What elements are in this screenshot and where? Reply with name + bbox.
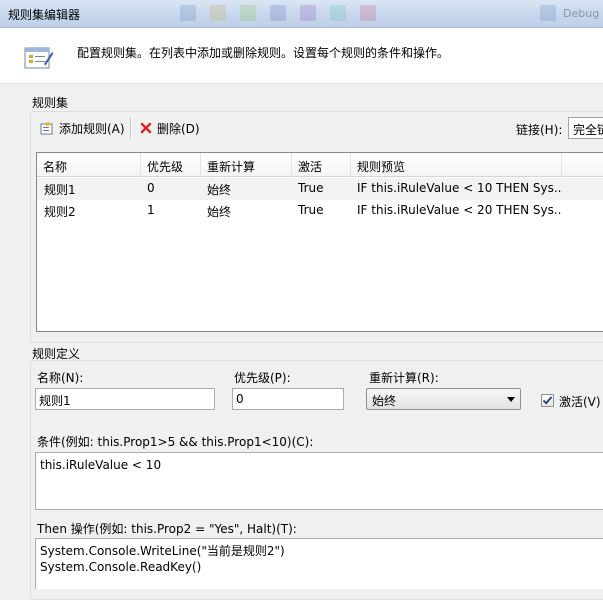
background-toolbar-icon bbox=[300, 5, 316, 21]
name-input[interactable]: 规则1 bbox=[35, 388, 215, 410]
background-toolbar-icon bbox=[330, 5, 346, 21]
header-description: 配置规则集。在列表中添加或删除规则。设置每个规则的条件和操作。 bbox=[77, 46, 450, 60]
name-label: 名称(N): bbox=[37, 371, 84, 385]
column-header-name[interactable]: 名称 bbox=[37, 153, 141, 177]
table-row[interactable]: 规则2 1 始终 True IF this.iRuleValue < 20 TH… bbox=[37, 200, 603, 222]
column-header-preview[interactable]: 规则预览 bbox=[351, 153, 562, 177]
chaining-selected-value: 完全链 bbox=[573, 123, 603, 137]
add-rule-icon bbox=[40, 121, 53, 135]
add-rule-label: 添加规则(A) bbox=[59, 121, 125, 136]
column-header-reevaluation[interactable]: 重新计算 bbox=[201, 153, 292, 177]
background-toolbar-icon bbox=[360, 5, 376, 21]
active-checkbox[interactable] bbox=[541, 394, 554, 407]
priority-input[interactable]: 0 bbox=[232, 388, 344, 410]
delete-rule-label: 删除(D) bbox=[157, 121, 200, 136]
then-actions-text: System.Console.WriteLine("当前是规则2") Syste… bbox=[40, 544, 285, 574]
window-title: 规则集编辑器 bbox=[8, 8, 81, 22]
chaining-select[interactable]: 完全链 bbox=[568, 117, 603, 139]
dialog-header: 配置规则集。在列表中添加或删除规则。设置每个规则的条件和操作。 bbox=[0, 28, 603, 84]
rule-preview: IF this.iRuleValue < 20 THEN Sys... bbox=[357, 203, 562, 217]
background-toolbar-icon bbox=[180, 5, 196, 21]
column-header-priority[interactable]: 优先级 bbox=[141, 153, 201, 177]
rules-list-header: 名称 优先级 重新计算 激活 规则预览 bbox=[37, 153, 603, 177]
rule-reevaluation: 始终 bbox=[207, 183, 232, 197]
reevaluation-select[interactable]: 始终 bbox=[366, 388, 521, 410]
chaining-label: 链接(H): bbox=[516, 123, 563, 137]
background-config-text: Debug bbox=[563, 7, 600, 20]
rule-reevaluation: 始终 bbox=[207, 205, 232, 219]
reevaluation-selected-value: 始终 bbox=[372, 394, 397, 408]
column-header-active[interactable]: 激活 bbox=[292, 153, 351, 177]
toolbar-separator bbox=[130, 118, 131, 138]
name-input-value: 规则1 bbox=[39, 394, 71, 408]
chevron-down-icon bbox=[507, 397, 515, 402]
then-actions-textarea[interactable]: System.Console.WriteLine("当前是规则2") Syste… bbox=[35, 538, 603, 589]
delete-x-icon bbox=[140, 122, 152, 134]
background-toolbar-icon bbox=[270, 5, 286, 21]
add-rule-button[interactable]: 添加规则(A) bbox=[37, 118, 127, 138]
ruleset-editor-icon bbox=[24, 47, 54, 69]
checkmark-icon bbox=[542, 396, 553, 405]
rule-active: True bbox=[298, 203, 324, 217]
rule-name: 规则2 bbox=[44, 205, 76, 219]
rules-list[interactable]: 名称 优先级 重新计算 激活 规则预览 规则1 0 始终 True IF thi… bbox=[36, 152, 603, 332]
rule-active: True bbox=[298, 181, 324, 195]
active-label: 激活(V) bbox=[559, 395, 601, 409]
background-toolbar-icon bbox=[210, 5, 226, 21]
then-actions-label: Then 操作(例如: this.Prop2 = "Yes", Halt)(T)… bbox=[37, 522, 297, 536]
delete-rule-button[interactable]: 删除(D) bbox=[137, 118, 202, 138]
background-toolbar-icon bbox=[540, 5, 556, 21]
background-toolbar-icon bbox=[240, 5, 256, 21]
title-bar[interactable]: 规则集编辑器 Debug bbox=[0, 0, 603, 28]
condition-label: 条件(例如: this.Prop1>5 && this.Prop1<10)(C)… bbox=[37, 435, 314, 449]
rule-preview: IF this.iRuleValue < 10 THEN Sys... bbox=[357, 181, 562, 195]
rule-priority: 0 bbox=[147, 181, 155, 195]
table-row[interactable]: 规则1 0 始终 True IF this.iRuleValue < 10 TH… bbox=[37, 178, 603, 200]
condition-text: this.iRuleValue < 10 bbox=[40, 458, 162, 472]
ruleset-group-label: 规则集 bbox=[32, 96, 69, 110]
rule-name: 规则1 bbox=[44, 183, 76, 197]
priority-label: 优先级(P): bbox=[234, 371, 291, 385]
priority-input-value: 0 bbox=[236, 392, 244, 406]
rule-priority: 1 bbox=[147, 203, 155, 217]
reevaluation-label: 重新计算(R): bbox=[369, 371, 439, 385]
condition-textarea[interactable]: this.iRuleValue < 10 bbox=[35, 452, 603, 510]
